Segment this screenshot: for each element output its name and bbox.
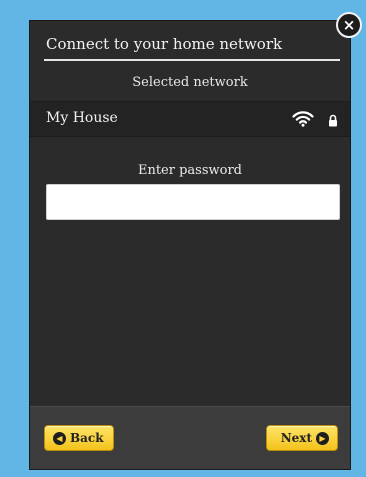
dialog-footer: ◀ Back Next ▶: [30, 406, 350, 469]
network-name: My House: [46, 110, 118, 126]
next-button[interactable]: Next ▶: [266, 425, 338, 451]
selected-network-label: Selected network: [132, 75, 248, 90]
password-input[interactable]: [46, 184, 340, 220]
dialog-title: Connect to your home network: [46, 35, 283, 53]
selected-network-row: My House: [30, 101, 350, 137]
title-divider: [44, 59, 340, 61]
back-button-label: Back: [70, 431, 104, 445]
back-button[interactable]: ◀ Back: [44, 425, 114, 451]
lock-icon: [328, 112, 338, 131]
wifi-icon: [292, 110, 314, 131]
next-button-label: Next: [280, 431, 312, 445]
password-label: Enter password: [137, 163, 243, 178]
chevron-right-circle-icon: ▶: [316, 431, 329, 445]
chevron-left-circle-icon: ◀: [53, 431, 66, 445]
close-icon[interactable]: ×: [336, 12, 362, 38]
connect-dialog: Connect to your home network Selected ne…: [29, 20, 351, 470]
